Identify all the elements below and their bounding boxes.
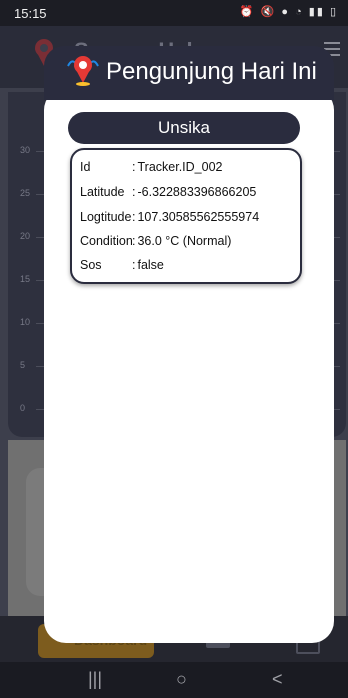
info-row-id: Id: Tracker.ID_002 bbox=[80, 160, 223, 174]
status-bar: 15:15 ⏰ 🔇 ● ◔ ▮▮ ▯ bbox=[0, 0, 348, 26]
y-tick-label: 20 bbox=[20, 231, 31, 241]
y-tick-label: 10 bbox=[20, 317, 31, 327]
info-row-latitude: Latitude: -6.322883396866205 bbox=[80, 185, 257, 199]
location-pill[interactable]: Unsika bbox=[68, 112, 300, 144]
y-tick-label: 0 bbox=[20, 403, 26, 413]
modal-title: Pengunjung Hari Ini bbox=[106, 58, 317, 85]
y-tick-label: 15 bbox=[20, 274, 31, 284]
y-tick-label: 25 bbox=[20, 188, 31, 198]
home-button[interactable]: ○ bbox=[176, 669, 187, 690]
info-row-condition: Condition: 36.0 °C (Normal) bbox=[80, 234, 232, 248]
y-tick-label: 30 bbox=[20, 145, 31, 155]
back-button[interactable]: < bbox=[272, 669, 283, 690]
tracker-info-card: Id: Tracker.ID_002 Latitude: -6.3228833968… bbox=[70, 148, 302, 284]
status-time: 15:15 bbox=[14, 6, 47, 21]
y-tick-label: 5 bbox=[20, 360, 26, 370]
info-row-sos: Sos: false bbox=[80, 258, 164, 272]
system-nav-bar: ||| ○ < bbox=[0, 662, 348, 698]
recents-button[interactable]: ||| bbox=[88, 669, 102, 690]
status-icons: ⏰ 🔇 ● ◔ ▮▮ ▯ bbox=[239, 6, 338, 18]
modal-header: Pengunjung Hari Ini bbox=[44, 46, 334, 100]
info-row-longitude: Logtitude: 107.30585562555974 bbox=[80, 210, 260, 224]
map-pin-icon bbox=[67, 56, 99, 86]
